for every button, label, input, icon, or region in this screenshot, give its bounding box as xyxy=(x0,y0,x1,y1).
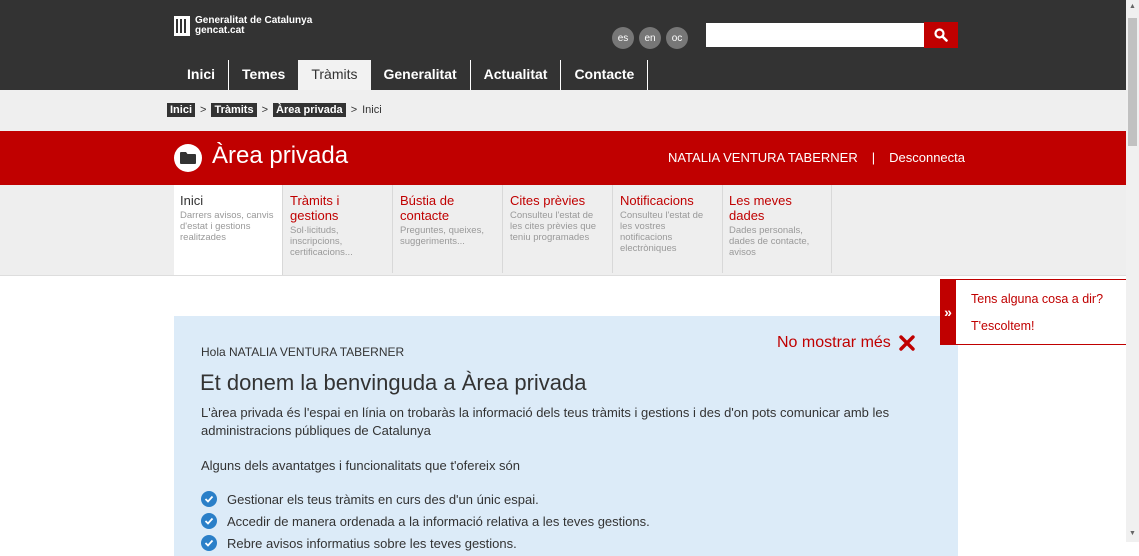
check-icon xyxy=(201,491,217,507)
nav-inici[interactable]: Inici xyxy=(174,60,228,90)
tab-desc: Sol·licituds, inscripcions, certificacio… xyxy=(290,225,353,258)
breadcrumb-separator: > xyxy=(261,104,269,116)
tab-title: Notificacions xyxy=(620,193,694,208)
folder-icon xyxy=(174,144,202,172)
nav-generalitat[interactable]: Generalitat xyxy=(371,60,470,90)
generalitat-emblem-icon xyxy=(174,16,190,36)
tab-cites-previes[interactable]: Cites prèvies Consulteu l'estat de les c… xyxy=(504,185,613,273)
check-icon xyxy=(201,535,217,551)
breadcrumb: Inici > Tràmits > Àrea privada > Inici xyxy=(167,103,382,117)
lang-oc-button[interactable]: oc xyxy=(666,27,688,49)
tab-title: Inici xyxy=(180,193,204,208)
search-button[interactable] xyxy=(924,22,958,48)
user-bar: NATALIA VENTURA TABERNER | Desconnecta xyxy=(668,150,965,165)
tab-notificacions[interactable]: Notificacions Consulteu l'estat de les v… xyxy=(614,185,723,273)
tab-title: Cites prèvies xyxy=(510,193,586,208)
breadcrumb-separator: > xyxy=(200,104,207,116)
tab-title: Tràmits i gestions xyxy=(290,193,340,223)
feedback-toggle-button[interactable]: » xyxy=(940,279,956,345)
benefit-text: Gestionar els teus tràmits en curs des d… xyxy=(227,491,539,507)
breadcrumb-inici[interactable]: Inici xyxy=(167,103,196,117)
list-item: Gestionar els teus tràmits en curs des d… xyxy=(201,491,539,507)
main-nav: Inici Temes Tràmits Generalitat Actualit… xyxy=(174,60,649,90)
breadcrumb-tramits[interactable]: Tràmits xyxy=(211,103,257,117)
area-title[interactable]: Àrea privada xyxy=(212,142,348,170)
welcome-heading: Et donem la benvinguda a Àrea privada xyxy=(200,370,587,395)
scroll-up-icon[interactable]: ▲ xyxy=(1129,3,1136,10)
tab-desc: Consulteu l'estat de les vostres notific… xyxy=(620,210,704,254)
tab-desc: Preguntes, queixes, suggeriments... xyxy=(400,225,484,247)
logo-text: Generalitat de Catalunya gencat.cat xyxy=(195,16,312,36)
nav-temes[interactable]: Temes xyxy=(228,60,298,90)
gencat-logo[interactable]: Generalitat de Catalunya gencat.cat xyxy=(174,16,312,36)
list-item: Rebre avisos informatius sobre les teves… xyxy=(201,535,517,551)
feedback-widget: » Tens alguna cosa a dir? T'escoltem! xyxy=(940,279,1126,345)
tab-inici[interactable]: Inici Darrers avisos, canvis d'estat i g… xyxy=(174,185,283,275)
welcome-intro: L'àrea privada és l'espai en línia on tr… xyxy=(201,405,890,438)
benefits-title: Alguns dels avantatges i funcionalitats … xyxy=(201,458,521,473)
close-icon xyxy=(899,335,915,351)
breadcrumb-area-privada[interactable]: Àrea privada xyxy=(273,103,346,117)
tab-les-meves-dades[interactable]: Les meves dades Dades personals, dades d… xyxy=(723,185,832,273)
feedback-link[interactable]: T'escoltem! xyxy=(971,319,1035,333)
search-input[interactable] xyxy=(706,23,924,47)
feedback-question: Tens alguna cosa a dir? xyxy=(971,292,1104,306)
tab-title: Les meves dades xyxy=(729,193,792,223)
list-item: Accedir de manera ordenada a la informac… xyxy=(201,513,650,529)
lang-en-button[interactable]: en xyxy=(639,27,661,49)
logo-line2: gencat.cat xyxy=(195,25,245,36)
page-scrollbar[interactable]: ▲ ▼ xyxy=(1126,0,1139,542)
logout-link[interactable]: Desconnecta xyxy=(889,150,965,165)
breadcrumb-separator: > xyxy=(350,104,358,116)
tab-title: Bústia de contacte xyxy=(400,193,455,223)
tab-desc: Dades personals, dades de contacte, avis… xyxy=(729,225,810,258)
scroll-down-icon[interactable]: ▼ xyxy=(1129,530,1136,537)
tab-tramits-gestions[interactable]: Tràmits i gestions Sol·licituds, inscrip… xyxy=(284,185,393,273)
tab-desc: Darrers avisos, canvis d'estat i gestion… xyxy=(180,210,274,243)
nav-contacte[interactable]: Contacte xyxy=(560,60,647,90)
lang-es-button[interactable]: es xyxy=(612,27,634,49)
user-name[interactable]: NATALIA VENTURA TABERNER xyxy=(668,150,858,165)
tab-bustia-contacte[interactable]: Bústia de contacte Preguntes, queixes, s… xyxy=(394,185,503,273)
nav-divider xyxy=(647,60,649,90)
welcome-greeting: Hola NATALIA VENTURA TABERNER xyxy=(201,345,405,359)
benefit-text: Rebre avisos informatius sobre les teves… xyxy=(227,535,517,551)
user-divider: | xyxy=(871,150,876,165)
tab-desc: Consulteu l'estat de les cites prèvies q… xyxy=(510,210,597,243)
breadcrumb-current: Inici xyxy=(362,104,382,116)
benefit-text: Accedir de manera ordenada a la informac… xyxy=(227,513,650,529)
check-icon xyxy=(201,513,217,529)
dismiss-welcome-button[interactable]: No mostrar més xyxy=(777,334,915,352)
nav-actualitat[interactable]: Actualitat xyxy=(469,60,561,90)
scroll-thumb[interactable] xyxy=(1128,18,1137,146)
search-icon xyxy=(934,28,948,42)
nav-tramits[interactable]: Tràmits xyxy=(298,60,371,90)
language-selector: es en oc xyxy=(612,27,688,49)
dismiss-label: No mostrar més xyxy=(777,334,891,351)
